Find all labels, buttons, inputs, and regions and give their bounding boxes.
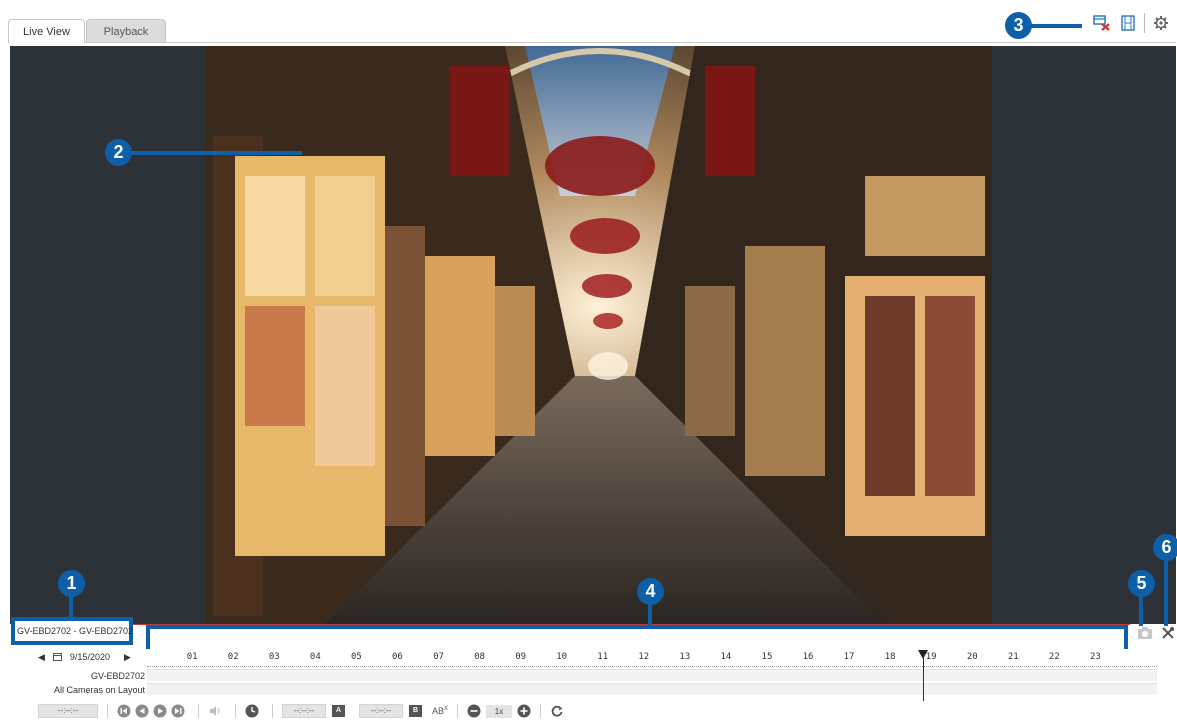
playback-speed: 1x [486, 704, 513, 718]
timeline-hour-label: 01 [186, 652, 198, 662]
calendar-icon[interactable] [52, 652, 62, 663]
callout-line-2 [130, 151, 302, 155]
clear-ab-label: AB [432, 706, 445, 716]
set-point-b-button[interactable]: B [409, 705, 422, 717]
timeline-hour-label: 21 [1007, 652, 1019, 662]
callout-line-6 [1164, 560, 1168, 626]
controls-separator [457, 704, 459, 718]
timeline-row-all-cameras[interactable] [147, 683, 1157, 695]
current-time-display: --:--:-- [38, 704, 98, 718]
timeline-row-camera[interactable] [147, 669, 1157, 681]
timeline-hour-label: 05 [350, 652, 362, 662]
skip-start-icon[interactable] [117, 704, 131, 718]
camera-snapshot-icon[interactable] [1137, 626, 1153, 640]
tab-divider [8, 42, 1176, 43]
camera-video-feed[interactable] [205, 46, 992, 624]
tab-live-view[interactable]: Live View [8, 19, 85, 43]
callout-2: 2 [105, 139, 132, 166]
timeline-hour-label: 13 [679, 652, 691, 662]
prev-day-icon[interactable]: ◀ [38, 652, 45, 663]
callout-4: 4 [637, 578, 664, 605]
volume-icon[interactable] [208, 704, 222, 718]
timeline-hour-label: 02 [227, 652, 239, 662]
tab-playback[interactable]: Playback [86, 19, 166, 43]
timeline-hour-label: 07 [433, 652, 444, 662]
callout-line-1 [69, 596, 73, 618]
controls-separator [235, 704, 236, 718]
playback-controls: --:--:-- --:--:-- A --:--:-- B ABX 1x [0, 702, 1177, 720]
timeline-date[interactable]: 9/15/2020 [70, 652, 110, 662]
controls-separator [198, 704, 199, 718]
timeline-hour-label: 17 [843, 652, 855, 662]
camera-name-label: GV-EBD2702 - GV-EBD2702 [11, 617, 133, 645]
callout-line-4 [648, 604, 652, 626]
timeline-hour-label: 12 [638, 652, 650, 662]
timeline-hour-label: 15 [761, 652, 773, 662]
callout-1: 1 [58, 570, 85, 597]
speed-up-icon[interactable] [517, 704, 531, 718]
controls-separator [540, 704, 542, 718]
settings-gear-icon[interactable] [1151, 13, 1171, 33]
skip-end-icon[interactable] [171, 704, 185, 718]
timeline-hour-label: 16 [802, 652, 814, 662]
film-icon[interactable] [1118, 13, 1138, 33]
timeline-hour-label: 03 [268, 652, 280, 662]
timeline-highlight-bracket [146, 625, 1128, 649]
step-back-icon[interactable] [135, 704, 149, 718]
timeline-row-all-label: All Cameras on Layout [53, 685, 145, 695]
timeline-playhead[interactable] [923, 655, 924, 701]
timeline-hour-label: 11 [597, 652, 609, 662]
close-all-views-icon[interactable] [1092, 13, 1112, 33]
timeline-hour-label: 20 [966, 652, 978, 662]
next-day-icon[interactable]: ▶ [124, 652, 131, 663]
timeline-date-nav: ◀ 9/15/2020 ▶ [38, 647, 139, 667]
timeline-hour-label: 10 [556, 652, 568, 662]
timeline-hour-label: 18 [884, 652, 896, 662]
timeline-hour-label: 04 [309, 652, 321, 662]
top-toolbar [1086, 8, 1177, 38]
timeline-hour-label: 22 [1048, 652, 1060, 662]
controls-separator [107, 704, 108, 718]
video-viewer[interactable] [10, 46, 1176, 624]
callout-3: 3 [1005, 12, 1032, 39]
tools-wrench-icon[interactable] [1160, 625, 1176, 641]
clear-ab-button[interactable]: ABX [432, 706, 448, 716]
timeline-hour-label: 09 [515, 652, 527, 662]
set-point-a-button[interactable]: A [332, 705, 345, 717]
callout-6: 6 [1153, 534, 1177, 561]
clear-ab-sup: X [444, 706, 449, 712]
clock-icon[interactable] [245, 704, 259, 718]
callout-5: 5 [1128, 570, 1155, 597]
sync-refresh-icon[interactable] [550, 704, 564, 718]
point-a-time: --:--:-- [282, 704, 326, 718]
timeline-hour-label: 14 [720, 652, 732, 662]
timeline-hour-label: 08 [474, 652, 485, 662]
timeline: ◀ 9/15/2020 ▶ 01 02 03 04 05 06 07 08 09 10 11 12 13… [0, 647, 1177, 701]
tab-bar: Live View Playback [0, 0, 1177, 44]
toolbar-separator [1144, 13, 1145, 33]
point-b-time: --:--:-- [359, 704, 403, 718]
timeline-hour-label: 23 [1089, 652, 1101, 662]
speed-down-icon[interactable] [467, 704, 481, 718]
timeline-hour-scale[interactable]: 01 02 03 04 05 06 07 08 09 10 11 12 13 14 15 16 17 18 19 20… [147, 647, 1157, 667]
controls-separator [272, 704, 273, 718]
timeline-row-camera-label: GV-EBD2702 [90, 671, 145, 681]
callout-line-3 [1030, 24, 1082, 28]
play-icon[interactable] [153, 704, 167, 718]
callout-line-5 [1139, 596, 1143, 626]
timeline-hour-label: 06 [392, 652, 403, 662]
